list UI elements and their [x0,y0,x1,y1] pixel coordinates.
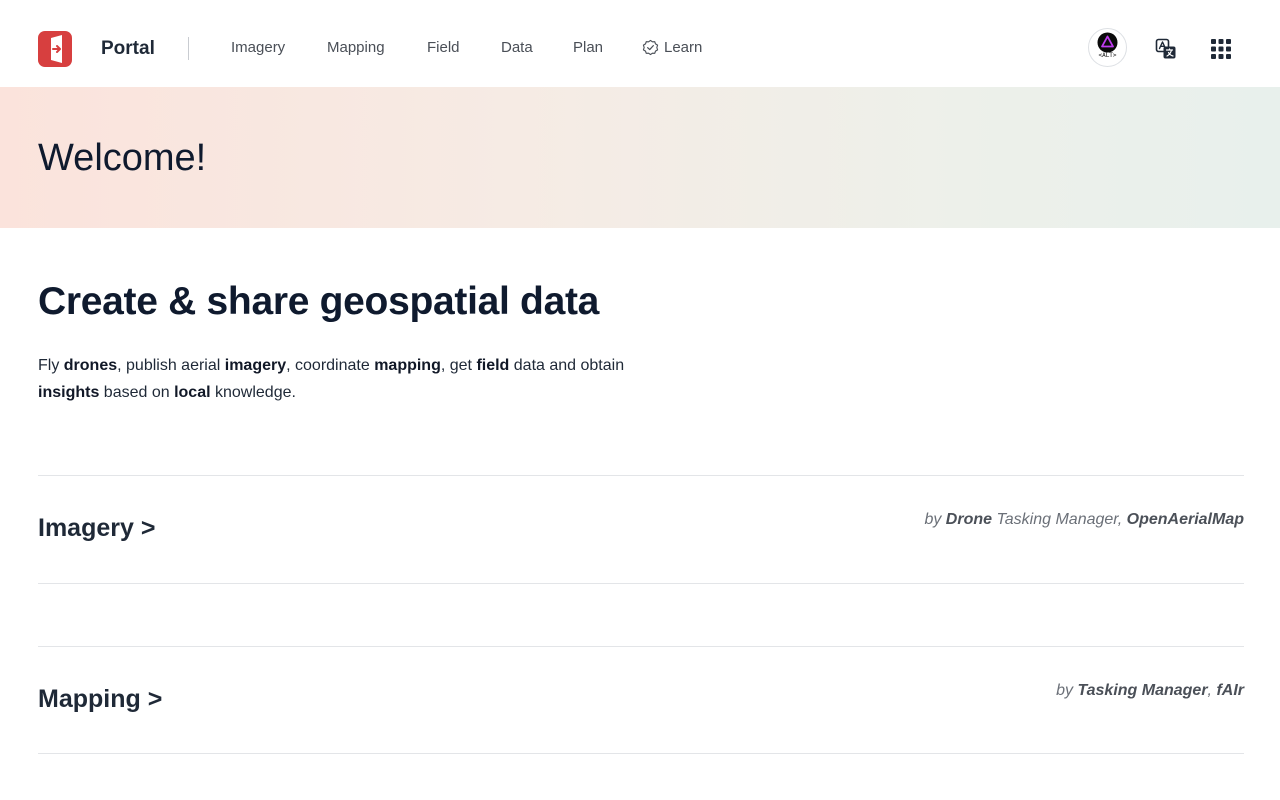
intro-emphasis: drones [63,357,118,374]
brand-name[interactable]: Portal [101,38,155,60]
credits-text: Tasking Manager, [992,511,1127,528]
brand-divider [188,37,189,60]
credits-tool: OpenAerialMap [1126,511,1244,528]
nav-mapping[interactable]: Mapping [327,39,385,56]
section-mapping-credits: by Tasking Manager, fAIr [1056,682,1244,700]
credits-tool: fAIr [1216,682,1244,699]
page-title: Create & share geospatial data [38,280,600,323]
credits-text: by [1056,682,1078,699]
verified-badge-icon [642,39,659,56]
intro-emphasis: insights [38,384,100,401]
section-divider [38,583,1244,584]
credits-tool: Drone [945,511,993,528]
apps-grid-icon[interactable] [1211,39,1231,59]
intro-text: , publish aerial [117,357,225,374]
intro-text: based on [99,384,175,401]
welcome-heading: Welcome! [38,137,207,179]
avatar-caption: <ALT> [1098,52,1117,59]
section-imagery-credits: by Drone Tasking Manager, OpenAerialMap [924,511,1244,529]
intro-text: , coordinate [286,357,375,374]
intro-emphasis: field [476,357,510,374]
nav-data[interactable]: Data [501,39,533,56]
user-avatar[interactable]: <ALT> [1088,28,1127,67]
portal-logo-icon[interactable] [38,31,72,67]
intro-text: , get [440,357,477,374]
intro-text: Fly [38,357,64,374]
translate-icon[interactable] [1155,38,1177,60]
avatar-logo-icon [1097,32,1118,53]
nav-plan[interactable]: Plan [573,39,603,56]
section-mapping-link[interactable]: Mapping > [38,685,162,714]
intro-paragraph: Fly drones, publish aerial imagery, coor… [38,352,638,406]
section-imagery-link[interactable]: Imagery > [38,514,155,543]
section-divider [38,753,1244,754]
intro-emphasis: mapping [374,357,441,374]
section-divider [38,646,1244,647]
nav-learn-label: Learn [664,39,703,56]
nav-imagery[interactable]: Imagery [231,39,285,56]
top-header: Portal Imagery Mapping Field Data Plan L… [0,0,1280,87]
nav-field[interactable]: Field [427,39,460,56]
intro-text: data and obtain [509,357,625,374]
intro-text: knowledge. [210,384,296,401]
credits-text: by [924,511,946,528]
welcome-banner: Welcome! [0,87,1280,228]
credits-tool: Tasking Manager [1077,682,1208,699]
nav-learn[interactable]: Learn [642,39,702,56]
intro-emphasis: local [174,384,211,401]
intro-emphasis: imagery [224,357,287,374]
section-divider [38,475,1244,476]
